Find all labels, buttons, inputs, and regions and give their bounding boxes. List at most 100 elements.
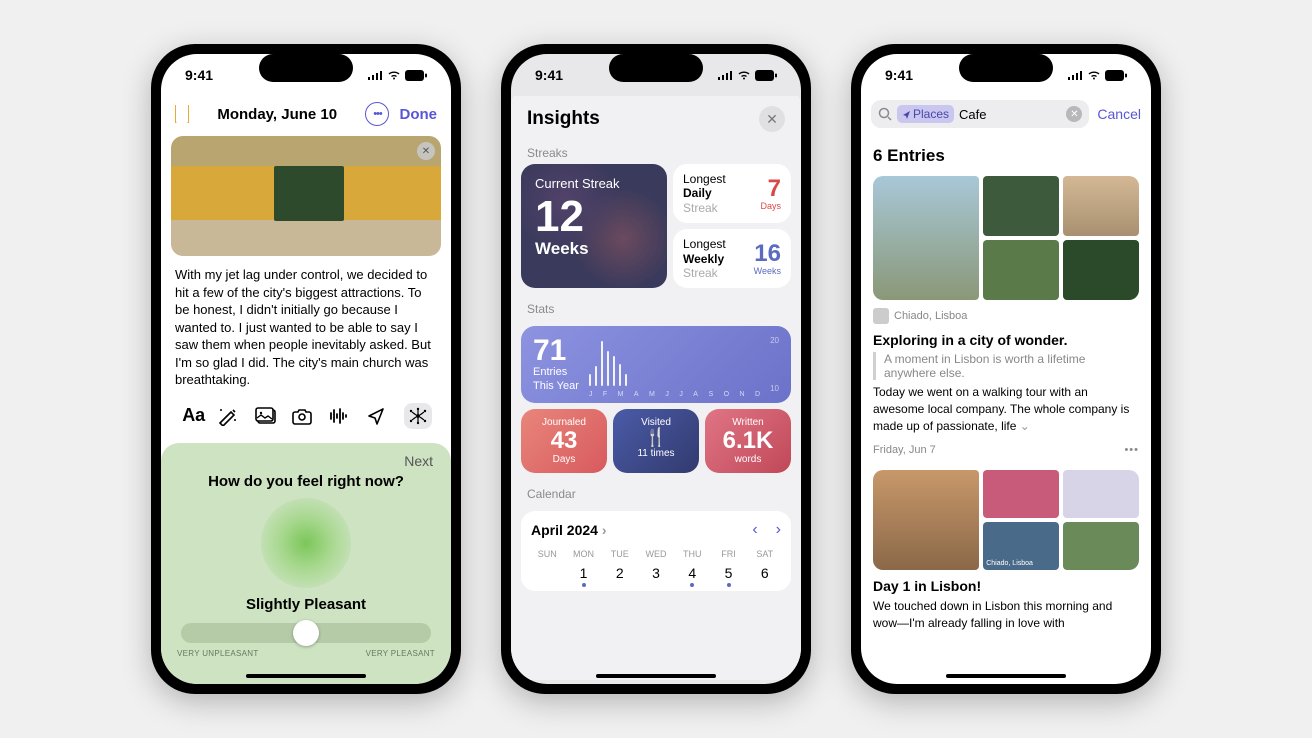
dynamic-island — [259, 54, 353, 82]
calendar-day[interactable]: 2 — [604, 565, 637, 581]
longest-weekly-card[interactable]: LongestWeeklyStreak 16Weeks — [673, 229, 791, 288]
entry-more-button[interactable]: ••• — [1124, 444, 1139, 456]
status-indicators — [1067, 70, 1127, 81]
expand-icon[interactable]: ⌄ — [1020, 419, 1030, 433]
clear-search-button[interactable]: ✕ — [1066, 106, 1082, 122]
location-arrow-icon — [902, 110, 911, 119]
current-streak-label: Current Streak — [535, 176, 653, 191]
wifi-icon — [387, 70, 401, 80]
text-style-button[interactable]: Aa — [180, 405, 208, 426]
entry-title[interactable]: Day 1 in Lisbon! — [873, 578, 1139, 594]
calendar-day[interactable]: 6 — [749, 565, 782, 581]
written-card[interactable]: Written 6.1K words — [705, 409, 791, 473]
home-indicator[interactable] — [246, 674, 366, 678]
mood-card: Next How do you feel right now? Slightly… — [161, 443, 451, 684]
entry-quote: A moment in Lisbon is worth a lifetime a… — [873, 352, 1139, 380]
calendar-card: April 2024 › ‹ › SUNMONTUEWEDTHUFRISAT 1… — [521, 511, 791, 591]
mood-slider[interactable] — [181, 623, 431, 643]
phone-search: 9:41 Places Cafe ✕ — [851, 44, 1161, 694]
done-button[interactable]: Done — [399, 106, 437, 123]
calendar-day[interactable]: 3 — [640, 565, 673, 581]
results-count: 6 Entries — [873, 146, 1139, 166]
thumbnail[interactable] — [983, 240, 1059, 300]
wifi-icon — [737, 70, 751, 80]
camera-button[interactable] — [292, 407, 320, 425]
remove-photo-button[interactable]: ✕ — [417, 142, 435, 160]
mood-visual — [261, 498, 351, 588]
status-indicators — [717, 70, 777, 81]
cancel-button[interactable]: Cancel — [1097, 106, 1141, 122]
bookmark-icon[interactable] — [175, 105, 189, 123]
entry-preview-text: Today we went on a walking tour with an … — [873, 384, 1139, 434]
entry-body-text[interactable]: With my jet lag under control, we decide… — [161, 260, 451, 395]
battery-icon — [405, 70, 427, 81]
location-button[interactable] — [367, 407, 395, 425]
entry-title[interactable]: Exploring in a city of wonder. — [873, 332, 1139, 348]
entry-photo-grid[interactable] — [873, 176, 1139, 300]
reflect-button[interactable] — [404, 403, 432, 429]
mood-slider-thumb[interactable] — [293, 620, 319, 646]
entry-photo-grid[interactable]: Chiado, Lisboa — [873, 470, 1139, 570]
magic-button[interactable] — [217, 406, 245, 426]
thumbnail[interactable] — [873, 176, 979, 300]
more-button[interactable]: ••• — [365, 102, 389, 126]
phone-journal-entry: 9:41 Monday, June 10 ••• Done ✕ With my … — [151, 44, 461, 694]
status-time: 9:41 — [185, 67, 213, 83]
entry-photo[interactable]: ✕ — [171, 136, 441, 256]
calendar-label: Calendar — [511, 483, 801, 505]
calendar-day[interactable] — [531, 565, 564, 581]
entry-toolbar: Aa — [161, 395, 451, 437]
search-token-places[interactable]: Places — [897, 105, 954, 123]
calendar-next-button[interactable]: › — [776, 521, 781, 539]
dynamic-island — [959, 54, 1053, 82]
thumbnail[interactable] — [1063, 176, 1139, 236]
stats-label: Stats — [511, 298, 801, 320]
battery-icon — [755, 70, 777, 81]
thumbnail[interactable] — [1063, 240, 1139, 300]
longest-daily-card[interactable]: LongestDailyStreak 7Days — [673, 164, 791, 223]
mood-next-button[interactable]: Next — [175, 453, 437, 469]
gallery-button[interactable] — [255, 407, 283, 425]
insights-title: Insights — [527, 108, 600, 130]
home-indicator[interactable] — [596, 674, 716, 678]
thumbnail[interactable] — [1063, 522, 1139, 570]
mood-value-label: Slightly Pleasant — [175, 596, 437, 613]
current-streak-value: 12 — [535, 195, 653, 239]
thumbnail-map[interactable]: Chiado, Lisboa — [983, 522, 1059, 570]
current-streak-card[interactable]: Current Streak 12 Weeks — [521, 164, 667, 288]
dynamic-island — [609, 54, 703, 82]
wifi-icon — [1087, 70, 1101, 80]
search-query: Cafe — [959, 107, 1061, 122]
entry-preview-text: We touched down in Lisbon this morning a… — [873, 598, 1139, 632]
cellular-icon — [367, 70, 383, 80]
entries-chart-card[interactable]: 71 Entries This Year JFMAMJJASOND 2010 — [521, 326, 791, 402]
thumbnail[interactable] — [1063, 470, 1139, 518]
phone-insights: 9:41 Insights ✕ Streaks Current Streak 1… — [501, 44, 811, 694]
current-streak-unit: Weeks — [535, 239, 653, 259]
calendar-month[interactable]: April 2024 › — [531, 522, 607, 538]
audio-button[interactable] — [329, 407, 357, 425]
thumbnail[interactable] — [983, 470, 1059, 518]
visited-card[interactable]: Visited 🍴 11 times — [613, 409, 699, 473]
cellular-icon — [717, 70, 733, 80]
cellular-icon — [1067, 70, 1083, 80]
status-time: 9:41 — [885, 67, 913, 83]
mood-question: How do you feel right now? — [175, 473, 437, 490]
streaks-label: Streaks — [511, 142, 801, 164]
calendar-day[interactable]: 4 — [676, 565, 709, 581]
calendar-day[interactable]: 1 — [567, 565, 600, 581]
thumbnail[interactable] — [983, 176, 1059, 236]
entry-location-tag[interactable]: Chiado, Lisboa — [873, 308, 1139, 324]
status-indicators — [367, 70, 427, 81]
journaled-card[interactable]: Journaled 43 Days — [521, 409, 607, 473]
search-icon — [878, 107, 892, 121]
search-input[interactable]: Places Cafe ✕ — [871, 100, 1089, 128]
thumbnail[interactable] — [873, 470, 979, 570]
calendar-prev-button[interactable]: ‹ — [752, 521, 757, 539]
entry-date: Friday, Jun 7 — [873, 444, 936, 456]
entries-total: 71 — [533, 336, 579, 366]
home-indicator[interactable] — [946, 674, 1066, 678]
mood-min-label: VERY UNPLEASANT — [177, 649, 259, 658]
calendar-day[interactable]: 5 — [712, 565, 745, 581]
close-button[interactable]: ✕ — [759, 106, 785, 132]
